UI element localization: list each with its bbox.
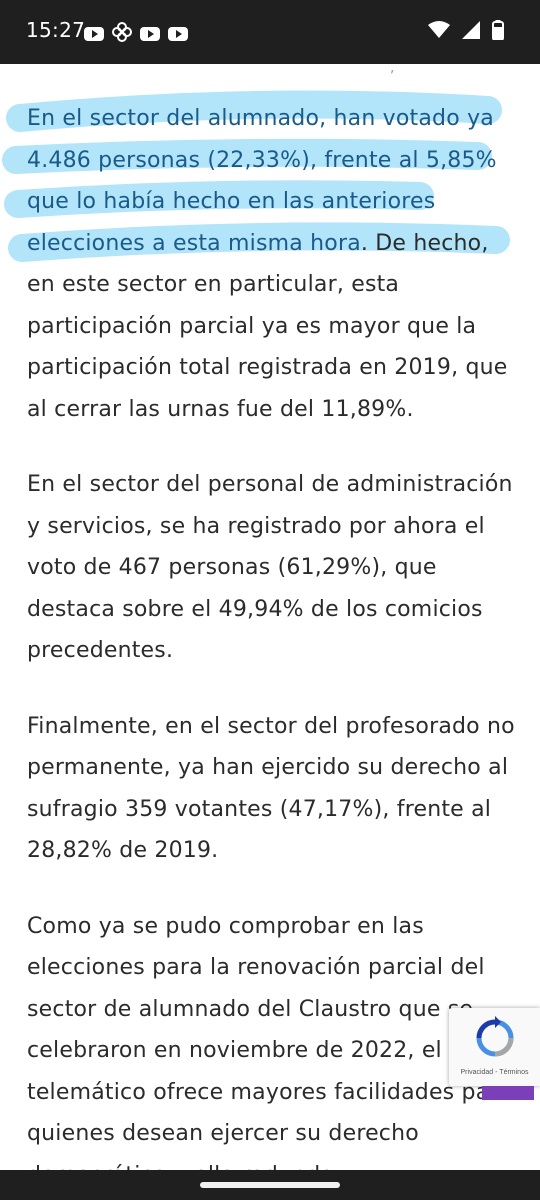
youtube-icon	[168, 27, 188, 41]
paragraph-text: . De hecho, en este sector en particular…	[27, 230, 508, 422]
recaptcha-icon	[476, 1016, 514, 1057]
pinwheel-icon	[112, 22, 132, 46]
status-time: 15:27	[26, 18, 86, 42]
system-icons	[428, 20, 504, 44]
status-bar: 15:27	[0, 0, 540, 64]
battery-icon	[492, 20, 504, 44]
youtube-icon	[140, 27, 160, 41]
previous-text-fragment: ,	[390, 64, 395, 76]
paragraph-pas: En el sector del personal de administrac…	[27, 472, 513, 663]
paragraph-voto-telematico: Como ya se pudo comprobar en las eleccio…	[27, 913, 512, 1171]
home-gesture-handle[interactable]	[200, 1182, 340, 1188]
floating-purple-tab[interactable]	[482, 1086, 534, 1100]
youtube-icon	[84, 27, 104, 41]
navigation-bar	[0, 1170, 540, 1200]
signal-icon	[462, 21, 480, 43]
recaptcha-legal-text[interactable]: Privacidad - Términos	[449, 1069, 540, 1076]
paragraph-profesorado: Finalmente, en el sector del profesorado…	[27, 713, 515, 864]
paragraph-alumnado: En el sector del alumnado, han votado ya…	[27, 98, 515, 430]
notification-icons	[84, 22, 188, 46]
recaptcha-badge[interactable]: Privacidad - Términos	[449, 1008, 540, 1086]
web-page[interactable]: , En el sector del alumnado, han votado …	[0, 64, 540, 1170]
wifi-icon	[428, 21, 450, 43]
article-body: En el sector del alumnado, han votado ya…	[27, 98, 515, 1170]
